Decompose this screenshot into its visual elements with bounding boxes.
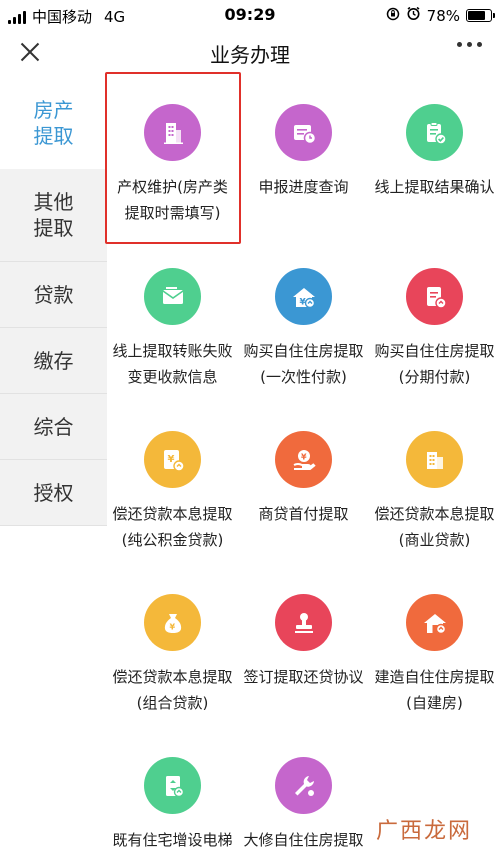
svg-text:¥: ¥ [301, 452, 307, 461]
service-label: 建造自住住房提取(自建房) [374, 668, 495, 712]
building-icon [144, 104, 201, 161]
battery-icon [466, 9, 495, 22]
service-label: 申报进度查询 [258, 178, 349, 196]
service-label: 签订提取还贷协议 [243, 668, 364, 686]
service-label: 购买自住住房提取(分期付款) [374, 342, 495, 386]
progress-icon [275, 104, 332, 161]
sidebar-item-label: 缴存 [33, 348, 74, 373]
sidebar-item-label: 授权 [33, 480, 74, 505]
service-label: 既有住宅增设电梯提取 [112, 831, 233, 849]
service-label: 偿还贷款本息提取(组合贷款) [112, 668, 233, 712]
nav-bar: 业务办理 [0, 30, 500, 76]
house-yuan-icon: ¥ [275, 268, 332, 325]
service-label: 商贷首付提取 [258, 505, 349, 523]
clipboard-check-icon [406, 104, 463, 161]
status-bar: 中国移动 4G 09:29 78% [0, 0, 500, 30]
sidebar-item-label: 综合 [33, 414, 74, 439]
sidebar-item-label: 贷款 [33, 282, 74, 307]
page-title: 业务办理 [210, 43, 290, 67]
yuan-note-icon: ¥ [144, 431, 201, 488]
battery-percent: 78% [426, 6, 460, 25]
stamp-icon [275, 594, 332, 651]
rotation-lock-icon [386, 7, 400, 25]
status-right: 78% [386, 6, 495, 25]
sidebar-item-housing-withdrawal[interactable]: 房产提取 [0, 76, 107, 169]
elevator-icon [144, 757, 201, 814]
sidebar-item-label: 房产提取 [33, 97, 74, 148]
sidebar-item-general[interactable]: 综合 [0, 394, 107, 460]
envelope-icon [144, 268, 201, 325]
service-label: 偿还贷款本息提取(商业贷款) [374, 505, 495, 549]
more-icon[interactable] [457, 42, 482, 47]
svg-text:¥: ¥ [167, 454, 174, 465]
service-label: 线上提取结果确认 [374, 178, 495, 196]
sidebar-item-deposit[interactable]: 缴存 [0, 328, 107, 394]
alarm-icon [406, 6, 421, 25]
money-bag-icon: ¥ [144, 594, 201, 651]
service-label: 偿还贷款本息提取(纯公积金贷款) [112, 505, 233, 549]
service-label: 线上提取转账失败变更收款信息 [112, 342, 233, 386]
sidebar-item-authorization[interactable]: 授权 [0, 460, 107, 526]
service-label: 产权维护(房产类提取时需填写) [117, 178, 228, 222]
svg-text:¥: ¥ [169, 622, 175, 631]
category-sidebar: 房产提取 其他提取 贷款 缴存 综合 授权 [0, 76, 107, 526]
house-build-icon [406, 594, 463, 651]
sidebar-item-loan[interactable]: 贷款 [0, 262, 107, 328]
sidebar-item-other-withdrawal[interactable]: 其他提取 [0, 169, 107, 262]
service-label: 购买自住住房提取(一次性付款) [243, 342, 364, 386]
building-doc-icon [406, 431, 463, 488]
hand-coin-icon: ¥ [275, 431, 332, 488]
wrench-icon [275, 757, 332, 814]
service-label: 大修自住住房提取(大修自住房) [243, 831, 364, 849]
document-icon [406, 268, 463, 325]
watermark: 广西龙网 [375, 819, 472, 844]
sidebar-item-label: 其他提取 [33, 190, 74, 240]
